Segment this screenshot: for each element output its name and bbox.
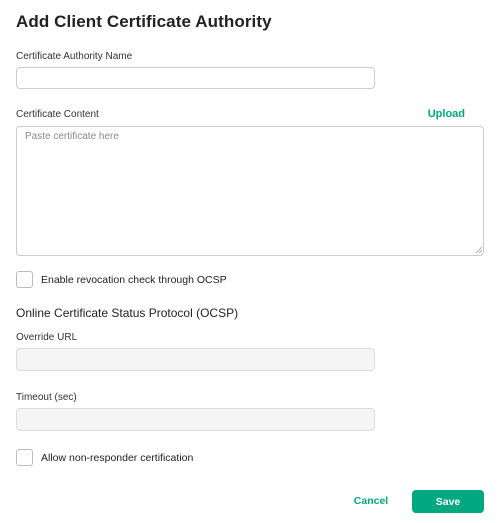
- ca-name-input[interactable]: [16, 67, 375, 89]
- ocsp-enable-checkbox[interactable]: [16, 271, 33, 288]
- ca-name-label: Certificate Authority Name: [16, 51, 133, 62]
- upload-link[interactable]: Upload: [428, 108, 465, 120]
- ocsp-enable-row[interactable]: Enable revocation check through OCSP: [16, 271, 227, 288]
- non-responder-label: Allow non-responder certification: [41, 451, 194, 464]
- timeout-input[interactable]: [16, 408, 375, 431]
- save-button[interactable]: Save: [412, 490, 484, 513]
- add-client-ca-dialog: Add Client Certificate Authority Certifi…: [0, 0, 500, 523]
- ocsp-section-heading: Online Certificate Status Protocol (OCSP…: [16, 306, 239, 320]
- timeout-label: Timeout (sec): [16, 392, 77, 403]
- override-url-label: Override URL: [16, 332, 78, 343]
- non-responder-checkbox[interactable]: [16, 449, 33, 466]
- dialog-title: Add Client Certificate Authority: [16, 12, 272, 31]
- ocsp-enable-label: Enable revocation check through OCSP: [41, 273, 227, 286]
- override-url-input[interactable]: [16, 348, 375, 371]
- cancel-button[interactable]: Cancel: [345, 490, 397, 512]
- certificate-content-textarea[interactable]: [16, 126, 484, 256]
- non-responder-row[interactable]: Allow non-responder certification: [16, 449, 193, 466]
- resize-grip-icon[interactable]: [475, 246, 482, 253]
- certificate-content-label: Certificate Content: [16, 109, 99, 120]
